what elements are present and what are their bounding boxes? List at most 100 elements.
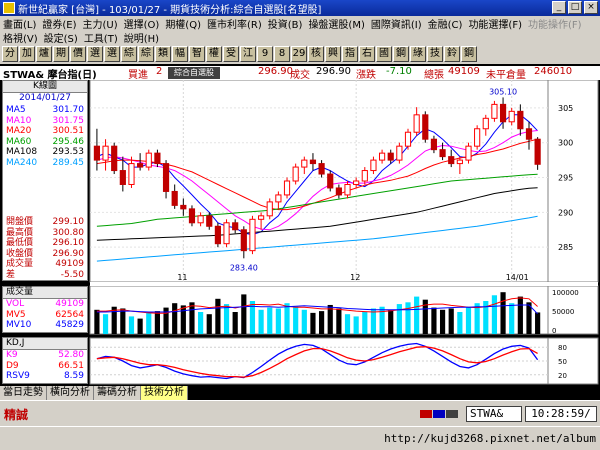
menu-international[interactable]: 國際資訊(I) — [368, 16, 425, 31]
toolbar-button-23[interactable]: 鋼 — [393, 46, 409, 62]
close-button[interactable]: × — [584, 1, 598, 14]
oi-label: 未平倉量 — [486, 70, 526, 81]
volume-bar — [457, 312, 463, 334]
candle-body — [422, 114, 429, 140]
toolbar-button-10[interactable]: 幅 — [172, 46, 188, 62]
toolbar-button-20[interactable]: 指 — [342, 46, 358, 62]
volume-tick-label: 100000 — [552, 289, 579, 297]
menu-securities[interactable]: 證券(E) — [39, 16, 79, 31]
toolbar-button-4[interactable]: 價 — [70, 46, 86, 62]
tab-intraday[interactable]: 當日走勢 — [0, 386, 47, 400]
menu-finance[interactable]: 金融(C) — [425, 16, 466, 31]
menu-trading-picks[interactable]: 操盤選股(M) — [305, 16, 367, 31]
maximize-button[interactable]: □ — [568, 1, 582, 14]
toolbar-button-11[interactable]: 智 — [189, 46, 205, 62]
kd-value: 8.59 — [63, 371, 84, 381]
ma-name: MA108 — [6, 147, 38, 157]
volume-bar — [258, 309, 264, 334]
volume-bar — [189, 302, 195, 334]
tab-chips[interactable]: 籌碼分析 — [94, 386, 141, 400]
candle-body — [430, 138, 438, 151]
menu-futures-options[interactable]: 期權(Q) — [162, 16, 204, 31]
toolbar-button-15[interactable]: 9 — [257, 46, 273, 62]
ma-value: 301.75 — [52, 115, 85, 126]
toolbar-button-0[interactable]: 分 — [2, 46, 18, 62]
menu-select[interactable]: 選擇(O) — [121, 16, 163, 31]
volume-value: 62564 — [55, 309, 84, 320]
status-mode: 精誠 — [4, 408, 29, 422]
candle-body — [93, 145, 101, 161]
menu-tools[interactable]: 工具(T) — [81, 30, 121, 45]
menu-function-select[interactable]: 功能選擇(F) — [465, 16, 525, 31]
candle-body — [137, 163, 144, 168]
date-tick-label: 11 — [177, 273, 187, 282]
volume-bar — [215, 298, 221, 334]
date-strip — [90, 282, 598, 286]
main-panel — [89, 79, 549, 283]
ma-value: 289.45 — [52, 157, 85, 168]
candle-body — [344, 183, 351, 196]
status-symbol[interactable]: STWA& — [466, 406, 522, 422]
volume-bar — [405, 302, 411, 334]
toolbar-button-2[interactable]: 爐 — [36, 46, 52, 62]
ma-row: MA60 295.46 — [3, 137, 87, 148]
candle-body — [482, 117, 489, 130]
toolbar-button-21[interactable]: 右 — [359, 46, 375, 62]
toolbar-button-19[interactable]: 興 — [325, 46, 341, 62]
ohlc-name: 收盤價 — [6, 248, 34, 259]
toolbar-button-1[interactable]: 加 — [19, 46, 35, 62]
candle-body — [197, 215, 204, 224]
kd-value: 52.80 — [58, 350, 84, 360]
toolbar-button-24[interactable]: 綠 — [410, 46, 426, 62]
toolbar-button-17[interactable]: 29 — [291, 46, 307, 62]
menu-main-force[interactable]: 主力(U) — [80, 16, 121, 31]
volume-bar — [94, 309, 100, 334]
toolbar-button-9[interactable]: 類 — [155, 46, 171, 62]
toolbar-button-12[interactable]: 權 — [206, 46, 222, 62]
low-annotation: 283.40 — [230, 263, 258, 272]
tab-horizontal[interactable]: 橫向分析 — [47, 386, 94, 400]
toolbar-button-13[interactable]: 受 — [223, 46, 239, 62]
toolbar-button-8[interactable]: 綜 — [138, 46, 154, 62]
candle-body — [188, 208, 196, 224]
volume-bar — [491, 295, 498, 334]
volume-legend-panel: 成交量 VOL 49109 MV5 62564 MV10 45829 — [2, 286, 88, 333]
chart-area: 305 300 295 290 285 11 12 14/01 305.10 283.40 1000… — [0, 64, 600, 400]
high-annotation: 305.10 — [489, 87, 517, 96]
volume-bar — [414, 296, 420, 334]
candle-body — [474, 128, 481, 147]
technical-chart[interactable]: 305 300 295 290 285 11 12 14/01 305.10 283.40 1000… — [0, 64, 600, 400]
toolbar-button-18[interactable]: 核 — [308, 46, 324, 62]
menu-help[interactable]: 說明(H) — [121, 30, 162, 45]
menu-view[interactable]: 格視(V) — [0, 30, 41, 45]
trade-value: 296.90 — [316, 66, 351, 77]
toolbar-button-6[interactable]: 選 — [104, 46, 120, 62]
volume-bar — [120, 308, 126, 334]
symbol-name[interactable]: STWA& 摩台指(日) — [3, 66, 97, 81]
volume-bar — [319, 311, 325, 334]
toolbar-button-7[interactable]: 綜 — [121, 46, 137, 62]
menu-screen[interactable]: 畫面(L) — [0, 16, 39, 31]
toolbar-button-25[interactable]: 技 — [427, 46, 443, 62]
kd-tick-label: 80 — [558, 344, 567, 352]
candle-body — [413, 114, 420, 133]
toolbar-button-14[interactable]: 江 — [240, 46, 256, 62]
tab-technical[interactable]: 技術分析 — [141, 386, 188, 400]
toolbar-button-16[interactable]: 8 — [274, 46, 290, 62]
ohlc-name: 成交量 — [6, 259, 34, 269]
toolbar-button-26[interactable]: 鈴 — [444, 46, 460, 62]
ma-name: MA20 — [6, 126, 32, 136]
toolbar-button-22[interactable]: 國 — [376, 46, 392, 62]
minimize-button[interactable]: _ — [552, 1, 566, 14]
menu-forex-rates[interactable]: 匯市利率(R) — [204, 16, 265, 31]
volume-bar — [336, 308, 342, 334]
toolbar-button-27[interactable]: 鋼 — [461, 46, 477, 62]
menu-settings[interactable]: 設定(S) — [41, 30, 81, 45]
volume-bar — [232, 312, 238, 334]
analysis-tabs: 當日走勢 橫向分析 籌碼分析 技術分析 — [0, 386, 188, 400]
volume-value: 45829 — [55, 320, 84, 330]
toolbar-button-5[interactable]: 選 — [87, 46, 103, 62]
menu-investment[interactable]: 投資(B) — [265, 16, 306, 31]
volume-bar — [180, 305, 186, 334]
toolbar-button-3[interactable]: 期 — [53, 46, 69, 62]
